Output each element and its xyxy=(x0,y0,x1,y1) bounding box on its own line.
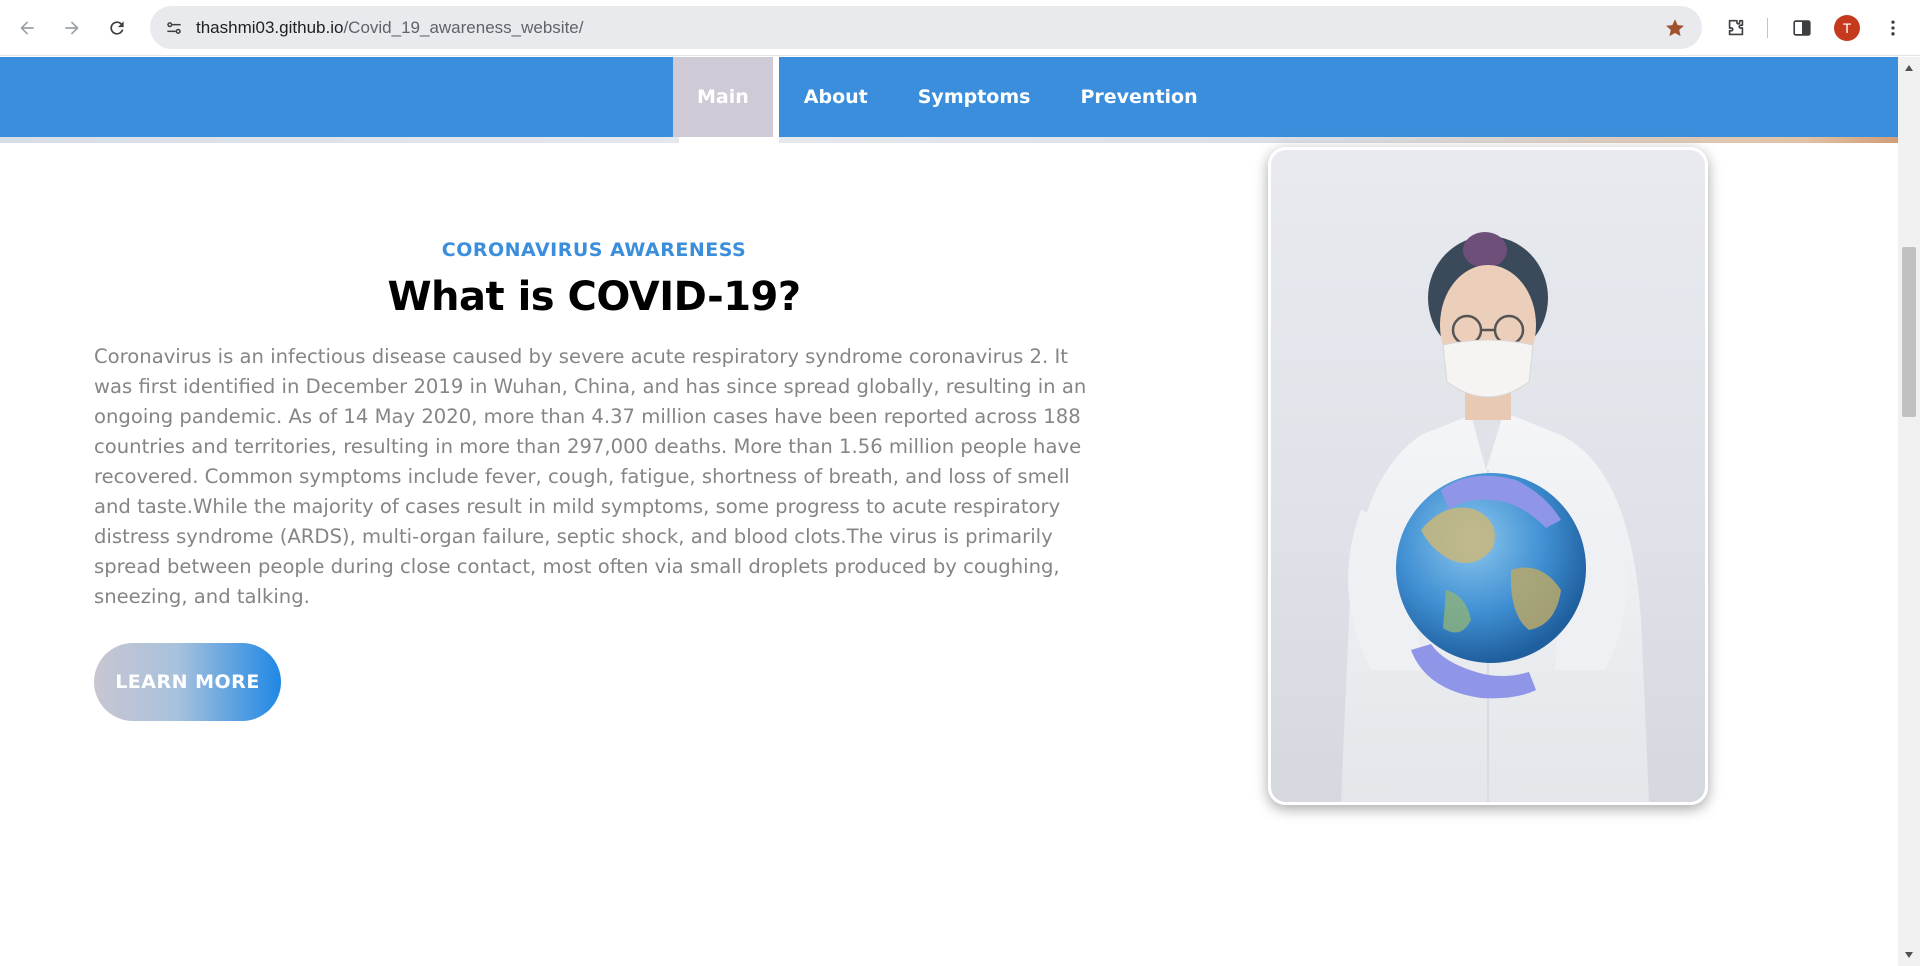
page-scrollbar[interactable] xyxy=(1898,57,1920,966)
browser-toolbar: thashmi03.github.io/Covid_19_awareness_w… xyxy=(0,0,1920,56)
nav-menu: Main About Symptoms Prevention xyxy=(673,57,1223,137)
bookmark-button[interactable] xyxy=(1662,15,1688,41)
star-icon xyxy=(1666,19,1684,37)
page-viewport: Main About Symptoms Prevention CORONAVIR… xyxy=(0,57,1898,966)
scrollbar-thumb[interactable] xyxy=(1902,247,1916,417)
back-button[interactable] xyxy=(11,12,43,44)
address-bar[interactable]: thashmi03.github.io/Covid_19_awareness_w… xyxy=(150,6,1702,49)
description-paragraph: Coronavirus is an infectious disease cau… xyxy=(94,345,1087,608)
site-navbar: Main About Symptoms Prevention xyxy=(0,57,1898,137)
extensions-button[interactable] xyxy=(1720,12,1752,44)
section-tag: CORONAVIRUS AWARENESS xyxy=(441,239,747,261)
reload-icon xyxy=(110,21,124,35)
forward-arrow-icon xyxy=(65,21,79,35)
nav-item-main[interactable]: Main xyxy=(673,57,779,137)
forward-button[interactable] xyxy=(56,12,88,44)
side-panel-button[interactable] xyxy=(1786,12,1818,44)
more-vert-icon xyxy=(1891,20,1895,36)
reload-button[interactable] xyxy=(101,12,133,44)
page-heading: What is COVID-19? xyxy=(387,274,801,320)
profile-avatar[interactable]: T xyxy=(1834,15,1860,41)
back-arrow-icon xyxy=(20,21,34,35)
nav-item-prevention[interactable]: Prevention xyxy=(1055,57,1222,137)
url-path: /Covid_19_awareness_website/ xyxy=(343,18,584,37)
learn-more-button[interactable]: LEARN MORE xyxy=(94,643,281,721)
doctor-globe-photo xyxy=(1268,147,1708,805)
caret-down-icon xyxy=(1905,952,1913,958)
puzzle-icon xyxy=(1728,19,1744,36)
nav-item-about[interactable]: About xyxy=(779,57,893,137)
caret-up-icon xyxy=(1905,65,1913,71)
url-host: thashmi03.github.io xyxy=(196,18,344,37)
nav-item-symptoms[interactable]: Symptoms xyxy=(893,57,1056,137)
photo-illustration xyxy=(1341,232,1649,802)
hero-image-strip xyxy=(0,137,1898,143)
browser-menu-button[interactable] xyxy=(1877,12,1909,44)
site-settings-icon xyxy=(167,22,181,34)
url-text[interactable]: thashmi03.github.io/Covid_19_awareness_w… xyxy=(196,6,583,49)
scroll-down-button[interactable] xyxy=(1898,946,1920,964)
active-nav-indicator xyxy=(679,137,779,143)
site-info-button[interactable] xyxy=(158,12,190,44)
scroll-up-button[interactable] xyxy=(1898,59,1920,77)
side-panel-icon xyxy=(1793,20,1811,36)
toolbar-divider xyxy=(1767,18,1768,38)
